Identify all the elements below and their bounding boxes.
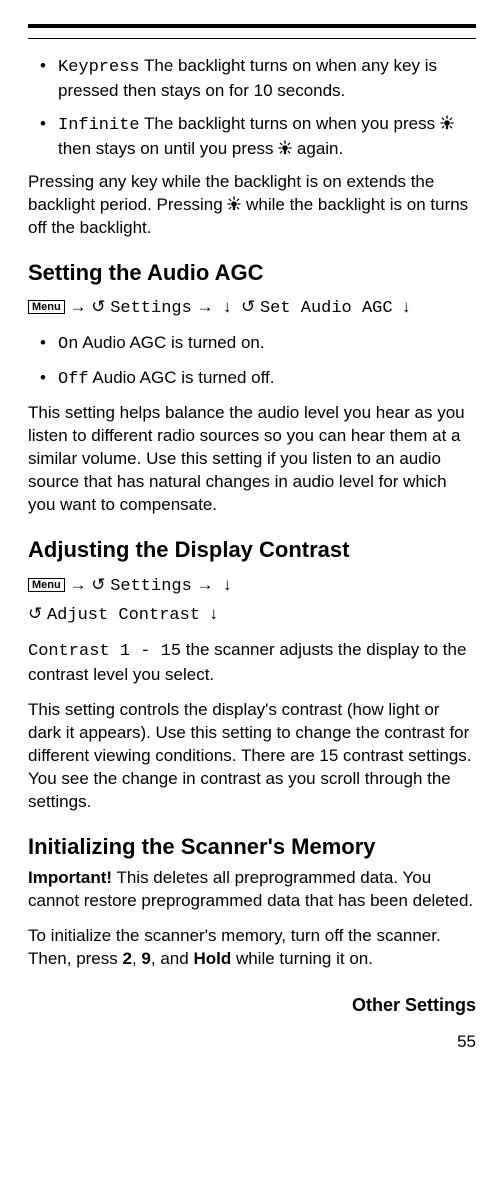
rotate-icon: ↺: [91, 297, 105, 316]
list-item: Infinite The backlight turns on when you…: [46, 113, 476, 161]
light-icon: [440, 115, 454, 131]
section-heading-contrast: Adjusting the Display Contrast: [28, 535, 476, 565]
option-desc-part: then stays on until you press: [58, 139, 278, 158]
rotate-icon: ↺: [91, 575, 105, 594]
option-desc: Audio AGC is turned on.: [78, 333, 264, 352]
backlight-paragraph: Pressing any key while the backlight is …: [28, 171, 476, 240]
nav-item: Settings: [110, 577, 192, 596]
arrow-down-icon: ↓: [223, 575, 232, 594]
light-icon: [278, 140, 292, 156]
option-term: Keypress: [58, 58, 140, 77]
rotate-icon: ↺: [28, 604, 42, 623]
section-heading-agc: Setting the Audio AGC: [28, 258, 476, 288]
section-heading-init: Initializing the Scanner's Memory: [28, 832, 476, 862]
arrow-right-icon: →: [197, 297, 214, 316]
key-2: 2: [123, 949, 132, 968]
option-desc: Audio AGC is turned off.: [89, 368, 275, 387]
contrast-paragraph: This setting controls the display's cont…: [28, 699, 476, 814]
nav-item: Settings: [110, 299, 192, 318]
light-icon: [227, 196, 241, 212]
option-term: Off: [58, 370, 89, 389]
agc-paragraph: This setting helps balance the audio lev…: [28, 402, 476, 517]
footer-section-title: Other Settings: [28, 993, 476, 1017]
list-item: Keypress The backlight turns on when any…: [46, 55, 476, 103]
backlight-options-list: Keypress The backlight turns on when any…: [28, 55, 476, 161]
page-rule-thick: [28, 24, 476, 28]
option-term: Infinite: [58, 116, 140, 135]
menu-button-icon: Menu: [28, 578, 65, 592]
init-important: Important! This deletes all preprogramme…: [28, 867, 476, 913]
arrow-right-icon: →: [69, 575, 86, 594]
option-term: On: [58, 335, 78, 354]
nav-path-agc: Menu → ↺ Settings → ↓ ↺ Set Audio AGC ↓: [28, 293, 476, 322]
key-hold: Hold: [193, 949, 231, 968]
nav-item: Adjust Contrast: [47, 606, 200, 625]
option-desc-part: again.: [292, 139, 343, 158]
range-sep: -: [130, 642, 161, 661]
agc-options-list: On Audio AGC is turned on. Off Audio AGC…: [28, 332, 476, 392]
important-label: Important!: [28, 868, 112, 887]
text: , and: [151, 949, 194, 968]
list-item: On Audio AGC is turned on.: [46, 332, 476, 357]
arrow-down-icon: ↓: [223, 297, 232, 316]
range-end: 15: [161, 642, 181, 661]
menu-button-icon: Menu: [28, 300, 65, 314]
option-desc-part: The backlight turns on when you press: [140, 114, 440, 133]
text: while turning it on.: [231, 949, 373, 968]
page-number: 55: [28, 1031, 476, 1054]
list-item: Off Audio AGC is turned off.: [46, 367, 476, 392]
contrast-range-line: Contrast 1 - 15 the scanner adjusts the …: [28, 639, 476, 687]
text: ,: [132, 949, 141, 968]
range-label: Contrast 1: [28, 642, 130, 661]
key-9: 9: [141, 949, 150, 968]
arrow-down-icon: ↓: [402, 297, 411, 316]
nav-path-contrast: Menu → ↺ Settings → ↓ ↺ Adjust Contrast …: [28, 571, 476, 629]
init-instructions: To initialize the scanner's memory, turn…: [28, 925, 476, 971]
arrow-right-icon: →: [69, 297, 86, 316]
nav-item: Set Audio AGC: [260, 299, 393, 318]
page-rule-thin: [28, 38, 476, 39]
arrow-down-icon: ↓: [209, 604, 218, 623]
rotate-icon: ↺: [241, 297, 255, 316]
arrow-right-icon: →: [197, 575, 214, 594]
